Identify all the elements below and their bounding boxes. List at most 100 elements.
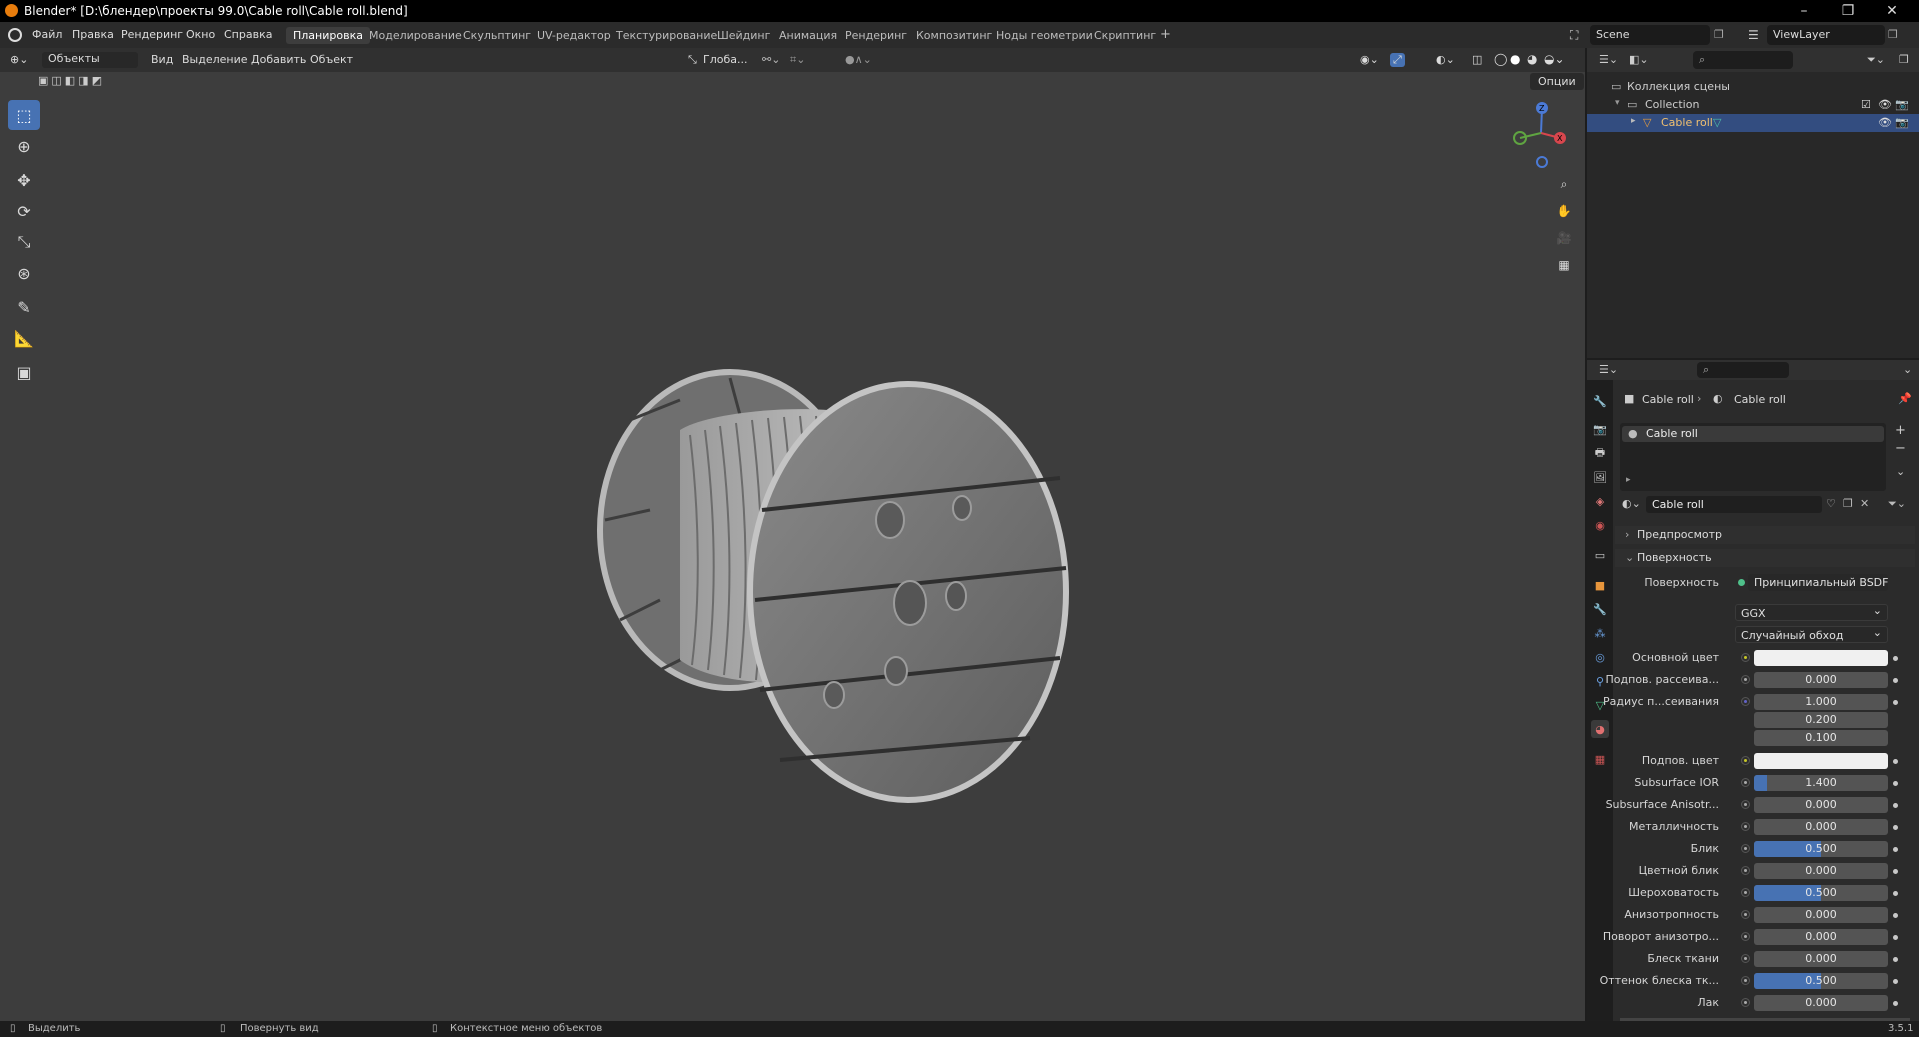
output-tab-icon[interactable]: 🖶 xyxy=(1591,444,1609,462)
exclude-checkbox[interactable]: ☑ xyxy=(1861,98,1871,111)
select-box-icon[interactable]: ⬚ xyxy=(8,100,40,130)
input-socket-icon[interactable] xyxy=(1741,800,1750,809)
keyframe-dot-icon[interactable] xyxy=(1893,935,1898,940)
outliner-row-cable-roll[interactable]: ▸ ▽ Cable roll ▽ 👁 📷 xyxy=(1587,114,1919,132)
pin-icon[interactable]: 📌 xyxy=(1898,392,1912,405)
remove-slot-button[interactable]: − xyxy=(1895,441,1906,456)
value-slider[interactable]: 0.200 xyxy=(1754,712,1888,728)
keyframe-dot-icon[interactable] xyxy=(1893,759,1898,764)
material-slot-list[interactable]: ● Cable roll ▸ xyxy=(1620,423,1886,491)
keyframe-dot-icon[interactable] xyxy=(1893,869,1898,874)
tab-sculpting[interactable]: Скульптинг xyxy=(456,27,538,44)
keyframe-dot-icon[interactable] xyxy=(1893,781,1898,786)
tab-animation[interactable]: Анимация xyxy=(772,27,844,44)
keyframe-dot-icon[interactable] xyxy=(1893,678,1898,683)
keyframe-dot-icon[interactable] xyxy=(1893,891,1898,896)
selection-mode-icons[interactable]: ▣◫◧◨◩ xyxy=(38,74,105,87)
input-socket-icon[interactable] xyxy=(1741,910,1750,919)
input-socket-icon[interactable] xyxy=(1741,998,1750,1007)
input-socket-icon[interactable] xyxy=(1741,932,1750,941)
value-slider[interactable]: 1.000 xyxy=(1754,694,1888,710)
pivot-icon[interactable]: ⚯⌄ xyxy=(762,53,780,66)
render-camera-icon[interactable]: 📷 xyxy=(1895,116,1909,129)
transform-orientation-dropdown[interactable]: Глоба... xyxy=(703,53,747,66)
material-browse-icon[interactable]: ◐⌄ xyxy=(1622,497,1641,510)
new-view-layer-icon[interactable]: ❐ xyxy=(1888,28,1898,41)
subsurface-method-dropdown[interactable]: Случайный обход xyxy=(1735,626,1888,643)
value-slider[interactable]: 0.000 xyxy=(1754,951,1888,967)
material-shading-icon[interactable]: ◕ xyxy=(1527,52,1537,66)
display-mode-icon[interactable]: ◧⌄ xyxy=(1629,53,1649,66)
neg-z-axis-handle[interactable] xyxy=(1536,156,1548,168)
tab-layout[interactable]: Планировка xyxy=(286,27,370,44)
value-slider[interactable]: 0.500 xyxy=(1754,885,1888,901)
keyframe-dot-icon[interactable] xyxy=(1893,957,1898,962)
annotate-icon[interactable]: ✎ xyxy=(8,292,40,322)
new-collection-icon[interactable]: ❐ xyxy=(1899,53,1909,66)
input-socket-icon[interactable] xyxy=(1741,844,1750,853)
blender-menu-icon[interactable] xyxy=(8,28,22,42)
material-tab-icon[interactable]: ◕ xyxy=(1591,720,1609,738)
unlink-material-icon[interactable]: ✕ xyxy=(1860,497,1869,510)
wireframe-shading-icon[interactable]: ◯ xyxy=(1494,52,1507,66)
value-slider[interactable]: 0.000 xyxy=(1754,995,1888,1011)
keyframe-dot-icon[interactable] xyxy=(1893,1001,1898,1006)
input-socket-icon[interactable] xyxy=(1741,778,1750,787)
physics-tab-icon[interactable]: ◎ xyxy=(1591,648,1609,666)
duplicate-material-icon[interactable]: ❐ xyxy=(1843,497,1853,510)
texture-tab-icon[interactable]: ▦ xyxy=(1591,750,1609,768)
properties-options-icon[interactable]: ⌄ xyxy=(1903,363,1912,376)
tab-texture-paint[interactable]: Текстурирование xyxy=(609,27,724,44)
value-slider[interactable]: 1.400 xyxy=(1754,775,1888,791)
editor-type-icon[interactable]: ⊕⌄ xyxy=(10,53,28,66)
interaction-mode-dropdown[interactable]: Объекты xyxy=(42,52,138,68)
input-socket-icon[interactable] xyxy=(1741,697,1750,706)
gizmo-toggle-icon[interactable]: ⤢ xyxy=(1390,53,1405,67)
input-socket-icon[interactable] xyxy=(1741,888,1750,897)
rendered-shading-icon[interactable]: ◒⌄ xyxy=(1544,52,1565,66)
overlay-icon[interactable]: ◐⌄ xyxy=(1436,53,1455,66)
material-slot-row[interactable]: ● Cable roll xyxy=(1622,426,1884,442)
view-layer-tab-icon[interactable]: 🖼 xyxy=(1591,468,1609,486)
fake-user-icon[interactable]: ♡ xyxy=(1826,497,1836,510)
keyframe-dot-icon[interactable] xyxy=(1893,825,1898,830)
menu-file[interactable]: Файл xyxy=(32,28,62,41)
value-slider[interactable]: 0.500 xyxy=(1754,973,1888,989)
navigation-gizmo[interactable]: Z X xyxy=(1508,98,1574,168)
menu-edit[interactable]: Правка xyxy=(72,28,114,41)
snap-icon[interactable]: ⌗⌄ xyxy=(790,53,805,67)
xray-icon[interactable]: ◫ xyxy=(1472,53,1482,66)
object-tab-icon[interactable]: ■ xyxy=(1591,576,1609,594)
menu-add[interactable]: Добавить xyxy=(251,53,306,66)
input-socket-icon[interactable] xyxy=(1741,822,1750,831)
proportional-edit-icon[interactable]: ●∧⌄ xyxy=(845,53,872,66)
input-socket-icon[interactable] xyxy=(1741,675,1750,684)
expand-arrow-icon[interactable]: ▸ xyxy=(1631,116,1636,126)
filter-icon[interactable]: ⏷⌄ xyxy=(1867,53,1885,67)
eye-icon[interactable]: 👁 xyxy=(1878,116,1892,129)
add-cube-icon[interactable]: ▣ xyxy=(8,357,40,387)
menu-render[interactable]: Рендеринг xyxy=(121,28,183,41)
transform-icon[interactable]: ⊛ xyxy=(8,258,40,288)
material-filter-icon[interactable]: ⏷⌄ xyxy=(1888,497,1906,511)
close-button[interactable]: ✕ xyxy=(1870,0,1914,22)
menu-window[interactable]: Окно xyxy=(186,28,215,41)
preview-panel-header[interactable]: › Предпросмотр xyxy=(1615,526,1915,544)
input-socket-icon[interactable] xyxy=(1741,653,1750,662)
outliner-row-scene-collection[interactable]: ▭ Коллекция сцены xyxy=(1587,78,1919,96)
keyframe-dot-icon[interactable] xyxy=(1893,803,1898,808)
maximize-button[interactable]: ❐ xyxy=(1826,0,1870,22)
menu-view[interactable]: Вид xyxy=(151,53,173,66)
keyframe-dot-icon[interactable] xyxy=(1893,847,1898,852)
keyframe-dot-icon[interactable] xyxy=(1893,656,1898,661)
surface-shader-field[interactable]: Принципиальный BSDF xyxy=(1748,574,1888,591)
modifier-tab-icon[interactable]: 🔧 xyxy=(1591,600,1609,618)
value-slider[interactable]: 0.000 xyxy=(1754,929,1888,945)
view-layer-selector[interactable]: ViewLayer xyxy=(1767,25,1885,45)
outliner-row-collection[interactable]: ▾ ▭ Collection ☑ 👁 📷 xyxy=(1587,96,1919,114)
color-swatch[interactable] xyxy=(1754,650,1888,666)
color-swatch[interactable] xyxy=(1754,753,1888,769)
value-slider[interactable]: 0.000 xyxy=(1754,672,1888,688)
particles-tab-icon[interactable]: ⁂ xyxy=(1591,624,1609,642)
eye-icon[interactable]: 👁 xyxy=(1878,98,1892,111)
